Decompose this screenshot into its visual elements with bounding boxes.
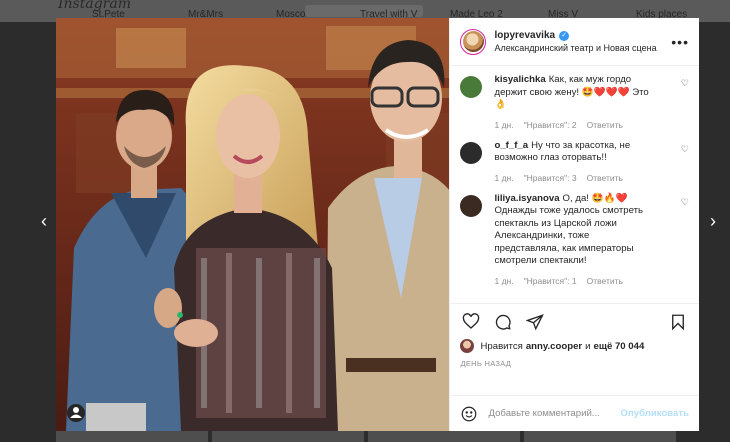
author-info: lopyrevavika ✓ Александринский театр и Н… [494, 30, 671, 53]
post-timestamp[interactable]: ДЕНЬ НАЗАД [460, 359, 689, 368]
commenter-username[interactable]: kisyalichka [494, 74, 545, 85]
reply-button[interactable]: Ответить [587, 276, 623, 286]
comment-item: liliya.isyanova О, да! 🤩🔥❤️ Однажды тоже … [460, 193, 689, 286]
comment-input[interactable] [488, 408, 621, 419]
post-actions: Нравится anny.cooper и ещё 70 044 ДЕНЬ Н… [450, 303, 699, 395]
comment-time[interactable]: 1 дн. [494, 120, 513, 130]
reply-button[interactable]: Ответить [587, 173, 623, 183]
save-bookmark-icon[interactable] [667, 311, 689, 333]
comment-item: kisyalichka Как, как муж гордо держит сво… [460, 74, 689, 130]
post-side-panel: lopyrevavika ✓ Александринский театр и Н… [449, 18, 699, 431]
likes-conjunction: и [585, 340, 591, 352]
likes-summary: Нравится anny.cooper и ещё 70 044 [460, 339, 689, 353]
commenter-avatar[interactable] [460, 76, 483, 98]
user-tag-icon[interactable] [67, 404, 85, 422]
previous-post-arrow-icon[interactable]: ‹ [36, 212, 52, 230]
share-send-icon[interactable] [524, 311, 546, 333]
background-thumbnails [56, 430, 676, 442]
photo-scene [56, 18, 450, 431]
comment-like-heart-icon[interactable]: ♡ [681, 78, 689, 130]
add-comment-bar: Опубликовать [450, 395, 699, 431]
likes-count[interactable]: ещё 70 044 [594, 341, 645, 352]
like-heart-icon[interactable] [460, 311, 482, 333]
post-photo[interactable] [56, 18, 450, 431]
post-header: lopyrevavika ✓ Александринский театр и Н… [450, 18, 699, 66]
liker-avatar[interactable] [460, 339, 475, 353]
publish-button[interactable]: Опубликовать [620, 408, 689, 419]
reply-button[interactable]: Ответить [587, 120, 623, 130]
commenter-avatar[interactable] [460, 141, 483, 164]
comment-item: o_f_f_a Ну что за красотка, не возможно г… [460, 140, 689, 183]
author-username[interactable]: lopyrevavika [494, 30, 555, 41]
likes-prefix: Нравится [480, 340, 523, 352]
more-options-icon[interactable]: ••• [671, 34, 689, 50]
comment-like-heart-icon[interactable]: ♡ [681, 197, 689, 286]
comment-likes[interactable]: "Нравится": 2 [524, 120, 577, 130]
comment-time[interactable]: 1 дн. [494, 173, 513, 183]
emoji-smiley-icon[interactable] [460, 405, 478, 423]
commenter-username[interactable]: liliya.isyanova [494, 193, 559, 204]
author-avatar[interactable] [460, 28, 487, 55]
comment-bubble-icon[interactable] [492, 311, 514, 333]
comment-like-heart-icon[interactable]: ♡ [681, 144, 689, 183]
comment-likes[interactable]: "Нравится": 1 [524, 276, 577, 286]
commenter-username[interactable]: o_f_f_a [494, 140, 528, 151]
commenter-avatar[interactable] [460, 194, 483, 217]
post-location[interactable]: Александринский театр и Новая сцена [494, 43, 671, 53]
post-modal: lopyrevavika ✓ Александринский театр и Н… [56, 18, 699, 431]
next-post-arrow-icon[interactable]: › [705, 212, 721, 230]
comment-likes[interactable]: "Нравится": 3 [524, 173, 577, 183]
liker-username[interactable]: anny.cooper [526, 341, 582, 352]
verified-badge-icon: ✓ [559, 30, 570, 41]
comment-time[interactable]: 1 дн. [494, 276, 513, 286]
comments-list: kisyalichka Как, как муж гордо держит сво… [450, 66, 699, 303]
